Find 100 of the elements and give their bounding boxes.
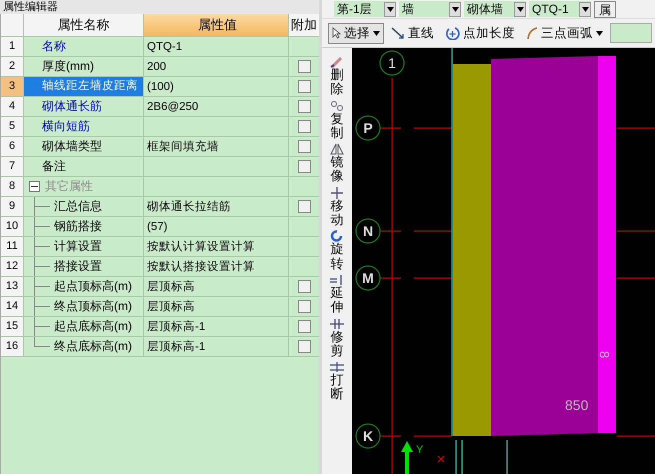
row-number: 10 xyxy=(1,217,24,236)
tool-icon xyxy=(329,143,345,156)
axis-marker: N xyxy=(356,218,380,244)
property-value: 框架间填充墙 xyxy=(147,139,219,154)
row-number: 8 xyxy=(1,177,24,196)
edit-tool[interactable]: 旋转 xyxy=(329,230,345,271)
axis-marker: K xyxy=(356,424,380,448)
row-number: 12 xyxy=(1,257,24,276)
property-name: 起点顶标高(m) xyxy=(54,278,132,295)
panel-title: 属性编辑器 xyxy=(0,0,319,14)
property-name: 汇总信息 xyxy=(54,198,102,215)
property-name: 计算设置 xyxy=(54,238,102,255)
checkbox[interactable] xyxy=(298,300,310,313)
dropdown[interactable]: 砌体墙 xyxy=(464,1,526,17)
property-value: 层顶标高 xyxy=(147,279,195,294)
circle-plus-icon xyxy=(445,26,460,40)
axis-marker: P xyxy=(356,116,380,140)
property-value: 砌体通长拉结筋 xyxy=(147,200,231,214)
axis-marker: M xyxy=(356,266,380,290)
row-number: 13 xyxy=(1,277,24,296)
property-value: (100) xyxy=(147,80,174,92)
property-name: 终点顶标高(m) xyxy=(54,298,132,315)
property-value: 按默认搭接设置计算 xyxy=(147,260,255,274)
axis-label: Y xyxy=(416,444,424,456)
property-name: 起点底标高(m) xyxy=(54,318,132,335)
row-number: 2 xyxy=(1,57,24,76)
row-number: 1 xyxy=(1,37,24,56)
checkbox[interactable] xyxy=(298,280,310,293)
wall-edge-line xyxy=(456,440,508,474)
dropdown-arrow-icon xyxy=(582,6,588,12)
row-number: 15 xyxy=(1,317,24,336)
checkbox[interactable] xyxy=(298,80,310,93)
property-name: 砌体通长筋 xyxy=(42,98,102,115)
property-value: 2B6@250 xyxy=(147,100,198,112)
tool-icon xyxy=(329,56,345,68)
dropdown[interactable]: QTQ-1 xyxy=(529,1,591,17)
row-number: 4 xyxy=(1,97,24,116)
property-name: 终点底标高(m) xyxy=(54,338,132,355)
caret-icon xyxy=(373,30,380,36)
tool-icon xyxy=(329,100,345,112)
dimension-text: 850 xyxy=(565,397,588,413)
row-number: 16 xyxy=(1,337,24,356)
edit-tool[interactable]: 延伸 xyxy=(329,274,345,315)
checkbox[interactable] xyxy=(298,120,310,133)
cursor-icon xyxy=(332,27,341,39)
dropdown[interactable]: 墙 xyxy=(399,1,461,17)
caret-icon xyxy=(596,30,603,36)
property-value: (57) xyxy=(147,220,168,232)
attribute-button[interactable]: 属 xyxy=(594,0,616,18)
row-number: 14 xyxy=(1,297,24,316)
property-name: 轴线距左墙皮距离 xyxy=(24,77,143,96)
draw-tool[interactable]: 三点画弧 xyxy=(522,22,607,44)
row-number: 9 xyxy=(1,197,24,216)
property-value: 层顶标高 xyxy=(147,299,195,314)
edit-tool[interactable]: 复制 xyxy=(329,100,345,140)
property-name: 名称 xyxy=(42,38,66,55)
draw-tool[interactable]: 点加长度 xyxy=(441,22,519,44)
property-value: 层顶标高-1 xyxy=(147,319,206,334)
checkbox[interactable] xyxy=(298,340,310,353)
collapse-toggle[interactable] xyxy=(29,181,40,192)
edit-tool[interactable]: 修剪 xyxy=(329,318,345,358)
property-name: 横向短筋 xyxy=(42,118,90,135)
checkbox[interactable] xyxy=(298,60,310,73)
edit-tool[interactable]: 镜像 xyxy=(329,143,345,184)
draw-tool[interactable]: 选择 xyxy=(328,22,384,44)
y-axis-arrow xyxy=(401,441,413,474)
dropdown[interactable]: 第-1层 xyxy=(334,1,396,17)
edit-tool[interactable]: 打断 xyxy=(329,361,345,402)
row-number: 7 xyxy=(1,157,24,176)
tool-icon xyxy=(329,230,345,242)
arc-icon xyxy=(526,26,538,40)
checkbox[interactable] xyxy=(298,140,310,153)
property-value: 按默认计算设置计算 xyxy=(147,240,255,254)
property-value: QTQ-1 xyxy=(147,40,182,52)
edit-tool[interactable]: 删除 xyxy=(329,56,345,97)
property-name: 砌体墙类型 xyxy=(42,138,102,155)
axis-marker: 1 xyxy=(380,50,404,76)
dropdown-arrow-icon xyxy=(386,6,394,12)
checkbox[interactable] xyxy=(298,320,310,333)
row-number: 5 xyxy=(1,117,24,136)
row-number: 6 xyxy=(1,137,24,156)
input-field[interactable] xyxy=(610,23,652,43)
line-icon xyxy=(391,27,405,39)
column-header: 属性值 xyxy=(144,14,289,36)
property-name: 钢筋搭接 xyxy=(54,218,102,235)
checkbox[interactable] xyxy=(298,160,310,173)
dimension-text: 8 xyxy=(597,351,612,358)
checkbox[interactable] xyxy=(298,200,310,213)
dropdown-arrow-icon xyxy=(452,6,458,12)
dropdown-arrow-icon xyxy=(516,6,524,12)
property-name: 备注 xyxy=(42,158,66,175)
tool-icon xyxy=(329,186,345,199)
property-value: 层顶标高-1 xyxy=(147,339,206,354)
cross-mark-icon xyxy=(438,456,444,462)
edit-tool[interactable]: 移动 xyxy=(329,186,345,228)
draw-tool[interactable]: 直线 xyxy=(387,22,438,44)
checkbox[interactable] xyxy=(298,100,310,113)
property-name: 搭接设置 xyxy=(54,258,102,275)
property-name: 厚度(mm) xyxy=(42,58,94,75)
property-value: 200 xyxy=(147,60,166,72)
